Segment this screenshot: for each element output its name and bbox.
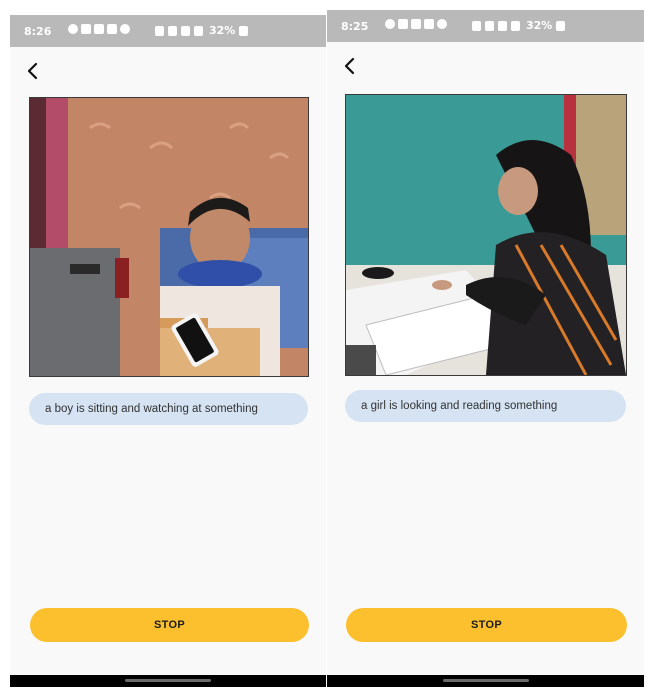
navigation-bar xyxy=(10,675,326,687)
image-icon xyxy=(94,24,104,34)
stop-button[interactable]: STOP xyxy=(30,608,309,642)
gallery-icon xyxy=(107,24,117,34)
back-arrow-icon xyxy=(344,57,355,75)
battery-percent: 32% xyxy=(209,24,236,37)
facebook-icon xyxy=(68,24,78,34)
notification-icons xyxy=(385,19,447,29)
back-arrow-icon xyxy=(27,62,38,80)
wifi-icon xyxy=(498,20,507,31)
accessibility-icon xyxy=(437,19,447,29)
system-status-icons: 32% xyxy=(472,19,566,32)
signal-icon xyxy=(511,20,520,31)
notification-icons xyxy=(68,24,130,34)
linkedin-icon xyxy=(398,19,408,29)
wifi-icon xyxy=(181,25,190,36)
back-button[interactable] xyxy=(339,54,363,78)
linkedin-icon xyxy=(81,24,91,34)
mute-icon xyxy=(485,20,494,31)
captioned-photo xyxy=(29,97,309,377)
status-bar: 8:26 32% xyxy=(10,15,326,47)
gallery-icon xyxy=(424,19,434,29)
mute-icon xyxy=(168,25,177,36)
system-status-icons: 32% xyxy=(155,24,249,37)
battery-percent: 32% xyxy=(526,19,553,32)
phone-screen-right: 8:25 32% a girl is looking and reading s… xyxy=(327,10,644,687)
accessibility-icon xyxy=(120,24,130,34)
home-gesture-handle[interactable] xyxy=(125,679,211,682)
caption-text: a boy is sitting and watching at somethi… xyxy=(29,393,308,425)
status-time: 8:26 xyxy=(24,25,52,38)
captioned-photo xyxy=(345,94,627,376)
status-time: 8:25 xyxy=(341,20,369,33)
home-gesture-handle[interactable] xyxy=(442,679,529,682)
image-icon xyxy=(411,19,421,29)
back-button[interactable] xyxy=(22,59,46,83)
facebook-icon xyxy=(385,19,395,29)
phone-screen-left: 8:26 32% a boy is sitting and watching a… xyxy=(10,15,326,687)
caption-text: a girl is looking and reading something xyxy=(345,390,626,422)
alarm-icon xyxy=(472,20,481,31)
alarm-icon xyxy=(155,25,164,36)
stop-button[interactable]: STOP xyxy=(346,608,627,642)
status-bar: 8:25 32% xyxy=(327,10,644,42)
signal-icon xyxy=(194,25,203,36)
battery-icon xyxy=(556,20,566,31)
battery-icon xyxy=(239,25,249,36)
navigation-bar xyxy=(327,675,644,687)
